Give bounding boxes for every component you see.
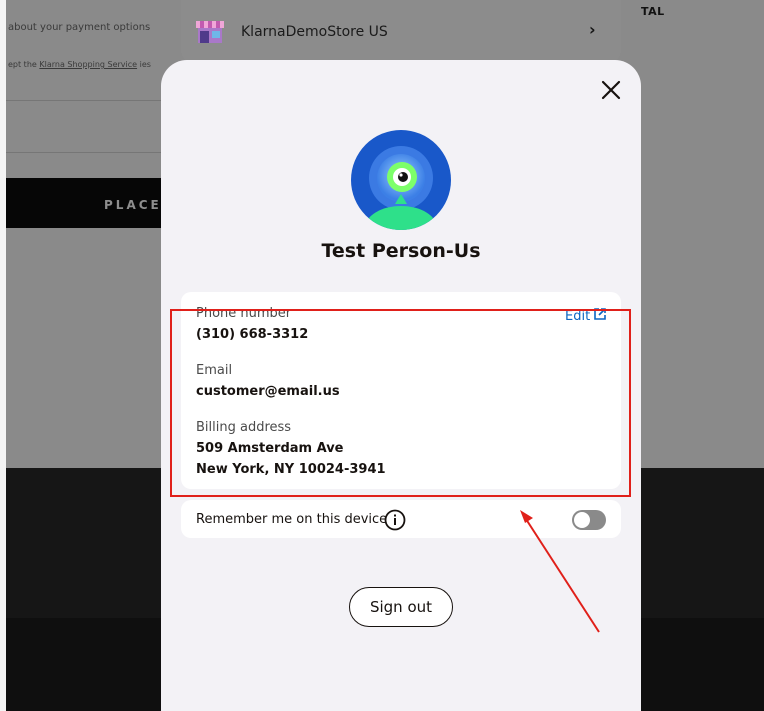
red-arrow-annotation — [510, 500, 610, 640]
place-order-label: PLACE — [104, 198, 162, 212]
service-terms-text: ept the Klarna Shopping Service ies — [8, 60, 151, 69]
store-name: KlarnaDemoStore US — [241, 24, 388, 40]
shopping-service-link[interactable]: Klarna Shopping Service — [39, 60, 137, 69]
remember-me-label: Remember me on this device — [196, 512, 388, 527]
store-icon — [196, 18, 224, 44]
chevron-right-icon[interactable]: › — [589, 20, 596, 39]
info-icon[interactable] — [384, 509, 406, 531]
alien-avatar-icon — [351, 130, 451, 230]
close-icon[interactable] — [599, 78, 623, 102]
person-name: Test Person-Us — [321, 240, 481, 262]
divider — [6, 100, 161, 101]
highlight-annotation-box — [170, 309, 631, 497]
divider — [6, 152, 161, 153]
payment-options-text: about your payment options — [8, 22, 151, 33]
total-label: TAL — [641, 5, 665, 18]
sign-out-button[interactable]: Sign out — [349, 587, 453, 627]
